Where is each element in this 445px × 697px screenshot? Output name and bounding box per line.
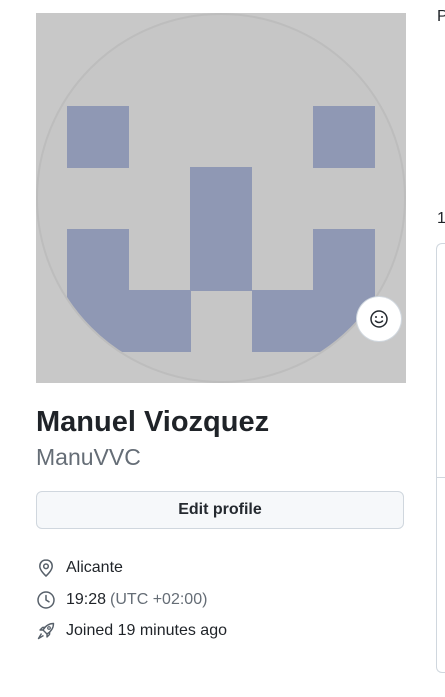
- edit-profile-button[interactable]: Edit profile: [36, 491, 404, 529]
- joined-item: Joined 19 minutes ago: [36, 621, 227, 641]
- local-time-item: 19:28 (UTC +02:00): [36, 590, 207, 610]
- right-column-panel: [436, 243, 445, 673]
- location-item: Alicante: [36, 558, 123, 578]
- right-column-divider: [437, 477, 445, 478]
- location-text: Alicante: [66, 559, 123, 576]
- rocket-icon: [36, 621, 56, 641]
- profile-full-name: Manuel Viozquez: [36, 406, 270, 438]
- identicon-image: [36, 13, 406, 383]
- set-status-button[interactable]: [357, 297, 401, 341]
- smiley-icon: [370, 310, 388, 328]
- profile-username: ManuVVC: [36, 444, 141, 470]
- clock-icon: [36, 590, 56, 610]
- joined-text: Joined 19 minutes ago: [66, 622, 227, 639]
- avatar[interactable]: [36, 13, 406, 383]
- local-time-text: 19:28: [66, 591, 107, 608]
- right-column-heading-fragment: P: [437, 8, 445, 25]
- right-column-count-fragment: 1: [437, 210, 445, 227]
- location-pin-icon: [36, 558, 56, 578]
- timezone-text: (UTC +02:00): [110, 591, 208, 608]
